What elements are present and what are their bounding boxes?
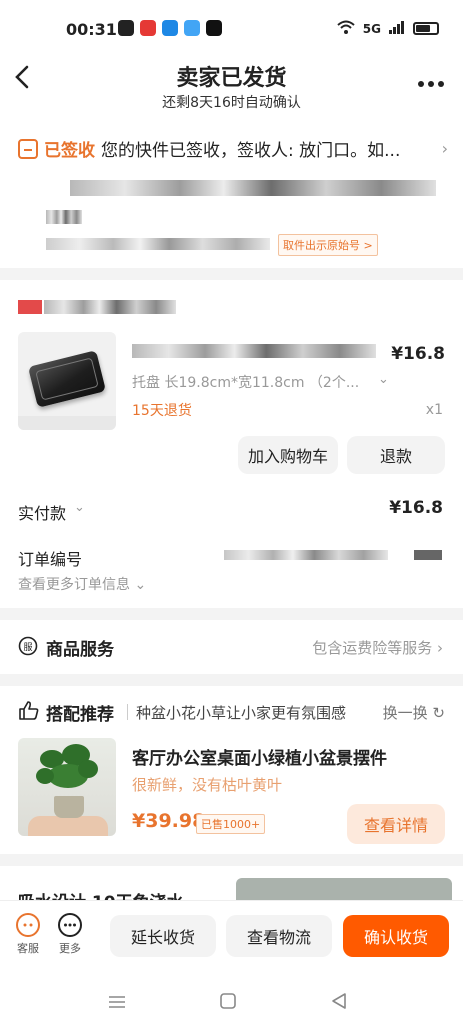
service-shield-icon: 服	[18, 636, 38, 660]
more-dots-icon	[58, 913, 82, 937]
chat-app-icon	[184, 20, 200, 36]
product-thumbnail[interactable]	[18, 332, 116, 430]
view-logistics-button[interactable]: 查看物流	[226, 915, 332, 957]
refresh-button[interactable]: 换一换 ↻	[383, 702, 445, 723]
customer-service-button[interactable]: 客服	[16, 913, 40, 956]
video-app-icon	[140, 20, 156, 36]
svg-text:服: 服	[23, 642, 32, 653]
confirm-receipt-button[interactable]: 确认收货	[343, 915, 449, 957]
notification-icons	[118, 20, 222, 36]
more-order-info-link[interactable]: 查看更多订单信息 ⌄	[18, 574, 146, 594]
recommend-card: 搭配推荐 种盆小花小草让小家更有氛围感 换一换 ↻ 客厅办公室桌面小绿植小盆景摆…	[0, 686, 463, 854]
back-nav-icon[interactable]	[330, 992, 348, 1014]
rec-item-desc: 很新鲜，没有枯叶黄叶	[132, 776, 283, 794]
paid-amount-label[interactable]: 实付款	[18, 500, 66, 524]
delivery-status-row[interactable]: 已签收 您的快件已签收，签收人: 放门口。如... ›	[18, 136, 448, 161]
delivery-card: 已签收 您的快件已签收，签收人: 放门口。如... › 取件出示原始号 >	[0, 122, 463, 268]
ellipsis-icon	[418, 81, 444, 87]
status-right: 5G	[337, 20, 439, 37]
chevron-down-icon: ⌄	[134, 577, 147, 593]
page-header: 卖家已发货 还剩8天16时自动确认	[0, 56, 463, 122]
product-quantity: x1	[425, 402, 443, 418]
plant-thumbnail[interactable]	[18, 738, 116, 836]
tray-image	[27, 350, 107, 408]
parcel-icon	[18, 138, 38, 159]
recommend-title: 搭配推荐	[46, 705, 114, 725]
delivery-status: 已签收	[44, 141, 95, 161]
bottom-action-bar: 客服 更多 延长收货 查看物流 确认收货	[0, 900, 463, 970]
refresh-icon: ↻	[432, 704, 445, 722]
chevron-right-icon: ›	[441, 139, 448, 158]
status-bar: 00:31 5G	[0, 0, 463, 56]
chevron-down-icon: ⌄	[74, 500, 85, 515]
app-notification-icon	[118, 20, 134, 36]
paid-amount: ¥16.8	[389, 498, 443, 518]
more-button[interactable]: 更多	[58, 913, 82, 956]
home-icon[interactable]	[219, 992, 237, 1014]
more-menu-button[interactable]	[417, 62, 445, 95]
menu-icon[interactable]	[108, 994, 126, 1013]
refund-policy: 15天退货	[132, 403, 192, 419]
status-time: 00:31	[66, 20, 117, 39]
service-title: 商品服务	[46, 640, 114, 660]
service-card[interactable]: 服 商品服务 包含运费险等服务 ›	[0, 620, 463, 674]
order-number-redacted	[224, 550, 388, 560]
system-nav-bar	[0, 970, 463, 1031]
order-number-label: 订单编号	[18, 550, 83, 569]
wifi-icon	[337, 20, 355, 37]
address-redacted	[70, 180, 436, 196]
delivery-message: 您的快件已签收，签收人: 放门口。如...	[101, 141, 401, 161]
customer-service-icon	[16, 913, 40, 937]
recipient-redacted	[46, 210, 82, 224]
order-card: ¥16.8 托盘 长19.8cm*宽11.8cm （2个... ⌄ 15天退货 …	[0, 280, 463, 608]
tiktok-icon	[206, 20, 222, 36]
battery-icon	[413, 22, 439, 35]
phone-redacted	[46, 238, 270, 250]
recommend-slogan: 种盆小花小草让小家更有氛围感	[136, 704, 347, 722]
thumbs-up-icon	[18, 700, 40, 724]
signal-label: 5G	[362, 21, 381, 36]
page-title: 卖家已发货	[176, 66, 287, 91]
rec-item-price: ¥39.98	[132, 810, 206, 832]
shop-icon	[18, 300, 42, 314]
rec-item-title[interactable]: 客厅办公室桌面小绿植小盆景摆件	[132, 744, 387, 769]
bank-app-icon	[162, 20, 178, 36]
extend-receipt-button[interactable]: 延长收货	[110, 915, 216, 957]
product-title-redacted[interactable]	[132, 344, 376, 358]
auto-confirm-countdown: 还剩8天16时自动确认	[162, 95, 301, 111]
signal-bars-icon	[389, 20, 405, 37]
product-spec[interactable]: 托盘 长19.8cm*宽11.8cm （2个...	[132, 372, 392, 392]
pickup-code-tag[interactable]: 取件出示原始号 >	[278, 234, 378, 256]
service-summary: 包含运费险等服务 ›	[312, 639, 443, 657]
view-details-button[interactable]: 查看详情	[347, 804, 445, 844]
chevron-down-icon: ⌄	[378, 372, 389, 387]
add-to-cart-button[interactable]: 加入购物车	[238, 436, 338, 474]
product-price: ¥16.8	[391, 344, 445, 364]
copy-redacted[interactable]	[414, 550, 442, 560]
rec-item-sold: 已售1000+	[196, 814, 266, 834]
shop-name-redacted[interactable]	[44, 300, 176, 314]
refund-button[interactable]: 退款	[347, 436, 445, 474]
